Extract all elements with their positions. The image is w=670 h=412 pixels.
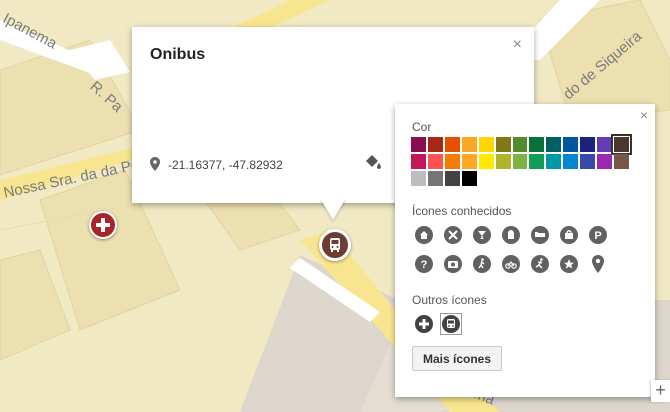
- color-swatch[interactable]: [597, 154, 613, 169]
- style-panel-arrow: [382, 130, 396, 152]
- landmark-icon[interactable]: [502, 226, 520, 244]
- fork-knife-icon[interactable]: [444, 226, 462, 244]
- running-icon[interactable]: [531, 255, 549, 273]
- color-swatch[interactable]: [529, 154, 545, 169]
- color-swatch[interactable]: [461, 154, 477, 169]
- color-swatch[interactable]: [462, 171, 477, 186]
- star-icon[interactable]: [560, 255, 578, 273]
- home-icon[interactable]: [415, 226, 433, 244]
- color-swatch[interactable]: [411, 154, 426, 169]
- svg-text:?: ?: [421, 259, 428, 271]
- other-icons-row: [414, 313, 468, 335]
- color-swatch[interactable]: [427, 137, 443, 152]
- bus-marker[interactable]: [319, 229, 351, 261]
- color-swatch[interactable]: [529, 137, 545, 152]
- shopping-bag-icon[interactable]: [560, 226, 578, 244]
- other-icons-title: Outros ícones: [412, 293, 487, 307]
- color-section-title: Cor: [412, 120, 432, 134]
- zoom-in-button[interactable]: +: [651, 380, 670, 402]
- color-swatch[interactable]: [611, 134, 632, 155]
- color-swatches: [411, 134, 632, 188]
- color-swatch[interactable]: [428, 171, 443, 186]
- color-swatch[interactable]: [580, 137, 596, 152]
- color-row: [411, 134, 632, 155]
- color-swatch[interactable]: [614, 154, 629, 169]
- color-swatch[interactable]: [512, 154, 528, 169]
- bus-icon[interactable]: [440, 313, 462, 335]
- color-swatch[interactable]: [495, 154, 511, 169]
- color-row: [411, 154, 631, 171]
- color-swatch[interactable]: [580, 154, 596, 169]
- plus-icon[interactable]: [414, 314, 434, 334]
- bus-icon: [330, 238, 340, 252]
- coordinates-text: -21.16377, -47.82932: [168, 158, 283, 172]
- walking-icon[interactable]: [473, 255, 491, 273]
- hospital-marker[interactable]: [89, 211, 117, 239]
- help-icon[interactable]: ?: [415, 255, 433, 273]
- camera-icon[interactable]: [444, 255, 462, 273]
- color-swatch[interactable]: [444, 154, 460, 169]
- pin-icon: [150, 157, 160, 171]
- bicycle-icon[interactable]: [502, 255, 520, 273]
- color-swatch[interactable]: [563, 137, 579, 152]
- more-icons-button[interactable]: Mais ícones: [412, 346, 503, 371]
- known-icons-title: Ícones conhecidos: [412, 204, 512, 218]
- color-swatch[interactable]: [546, 154, 562, 169]
- color-swatch[interactable]: [597, 137, 613, 152]
- color-swatch[interactable]: [495, 137, 511, 152]
- plus-icon: [96, 218, 110, 232]
- color-swatch[interactable]: [445, 171, 460, 186]
- style-panel: × Cor Ícones conhecidos P ? Outros ícone…: [395, 104, 655, 397]
- pin-icon[interactable]: [589, 255, 607, 273]
- color-swatch[interactable]: [478, 137, 494, 152]
- style-panel-close-button[interactable]: ×: [640, 107, 648, 123]
- parking-icon[interactable]: P: [589, 226, 607, 244]
- color-swatch[interactable]: [411, 171, 426, 186]
- color-swatch[interactable]: [444, 137, 460, 152]
- color-swatch[interactable]: [546, 137, 562, 152]
- color-swatch[interactable]: [461, 137, 477, 152]
- cocktail-icon[interactable]: [473, 226, 491, 244]
- bed-icon[interactable]: [531, 226, 549, 244]
- color-swatch[interactable]: [512, 137, 528, 152]
- color-swatch[interactable]: [478, 154, 494, 169]
- info-window-close-button[interactable]: ×: [513, 37, 522, 53]
- color-swatch[interactable]: [411, 137, 426, 152]
- svg-text:P: P: [594, 230, 601, 242]
- known-icons-row-1: P: [415, 226, 618, 244]
- color-row: [411, 171, 631, 188]
- known-icons-row-2: ?: [415, 255, 618, 273]
- color-swatch[interactable]: [563, 154, 579, 169]
- info-window-tail: [320, 198, 346, 220]
- info-window-title[interactable]: Onibus: [150, 46, 205, 64]
- paint-bucket-icon[interactable]: [364, 153, 382, 171]
- color-swatch[interactable]: [427, 154, 443, 169]
